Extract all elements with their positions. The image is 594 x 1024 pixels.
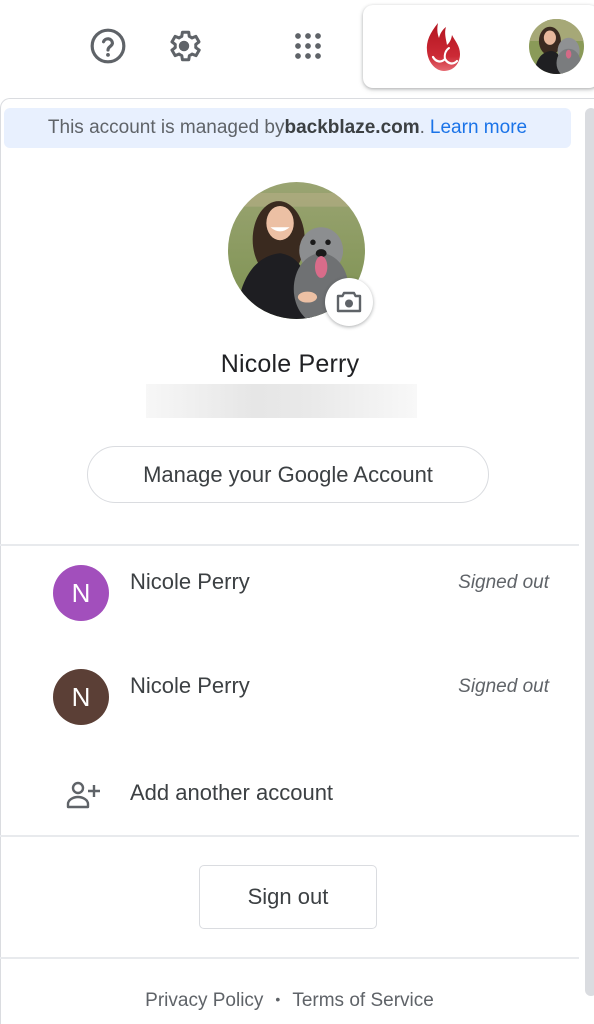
backblaze-flame-logo — [426, 23, 460, 71]
redacted-email — [146, 384, 417, 418]
top-bar — [0, 0, 594, 98]
help-icon — [90, 28, 126, 64]
profile-photo-small — [529, 19, 584, 74]
gear-icon — [170, 30, 201, 62]
banner-suffix: . — [419, 117, 425, 138]
add-another-account-item[interactable]: Add another account — [0, 762, 579, 828]
account-avatar: N — [53, 565, 109, 621]
change-photo-button[interactable] — [325, 278, 373, 326]
account-avatar: N — [53, 669, 109, 725]
account-status: Signed out — [458, 572, 549, 593]
profile-name: Nicole Perry — [220, 350, 360, 378]
privacy-policy-link[interactable]: Privacy Policy — [145, 990, 263, 1011]
apps-button[interactable] — [288, 26, 328, 66]
account-list-item[interactable]: N Nicole Perry Signed out — [0, 652, 579, 742]
managed-account-banner: This account is managed by backblaze.com… — [4, 108, 571, 148]
chip-avatar[interactable] — [529, 19, 584, 74]
banner-domain: backblaze.com — [284, 117, 420, 138]
account-name: Nicole Perry — [130, 569, 250, 594]
apps-grid-icon — [295, 33, 321, 59]
sign-out-button[interactable]: Sign out — [199, 865, 377, 929]
account-initial: N — [71, 681, 91, 712]
account-name: Nicole Perry — [130, 673, 250, 698]
banner-prefix: This account is managed by — [47, 117, 285, 138]
person-add-icon — [66, 781, 100, 809]
footer-links: Privacy Policy • Terms of Service — [0, 990, 579, 1012]
learn-more-link[interactable]: Learn more — [430, 117, 527, 139]
camera-icon — [336, 291, 362, 313]
account-initial: N — [71, 577, 91, 608]
footer-separator: • — [275, 991, 281, 1007]
add-account-label: Add another account — [130, 780, 334, 805]
account-list-item[interactable]: N Nicole Perry Signed out — [0, 548, 579, 638]
help-button[interactable] — [88, 26, 128, 66]
settings-button[interactable] — [164, 26, 204, 66]
divider — [0, 835, 579, 837]
panel-scrollbar[interactable] — [585, 108, 594, 996]
manage-google-account-button[interactable]: Manage your Google Account — [87, 446, 489, 503]
account-status: Signed out — [458, 676, 549, 697]
account-switcher-chip[interactable] — [363, 5, 594, 88]
terms-of-service-link[interactable]: Terms of Service — [292, 990, 433, 1011]
divider — [0, 544, 579, 546]
divider — [0, 957, 579, 959]
